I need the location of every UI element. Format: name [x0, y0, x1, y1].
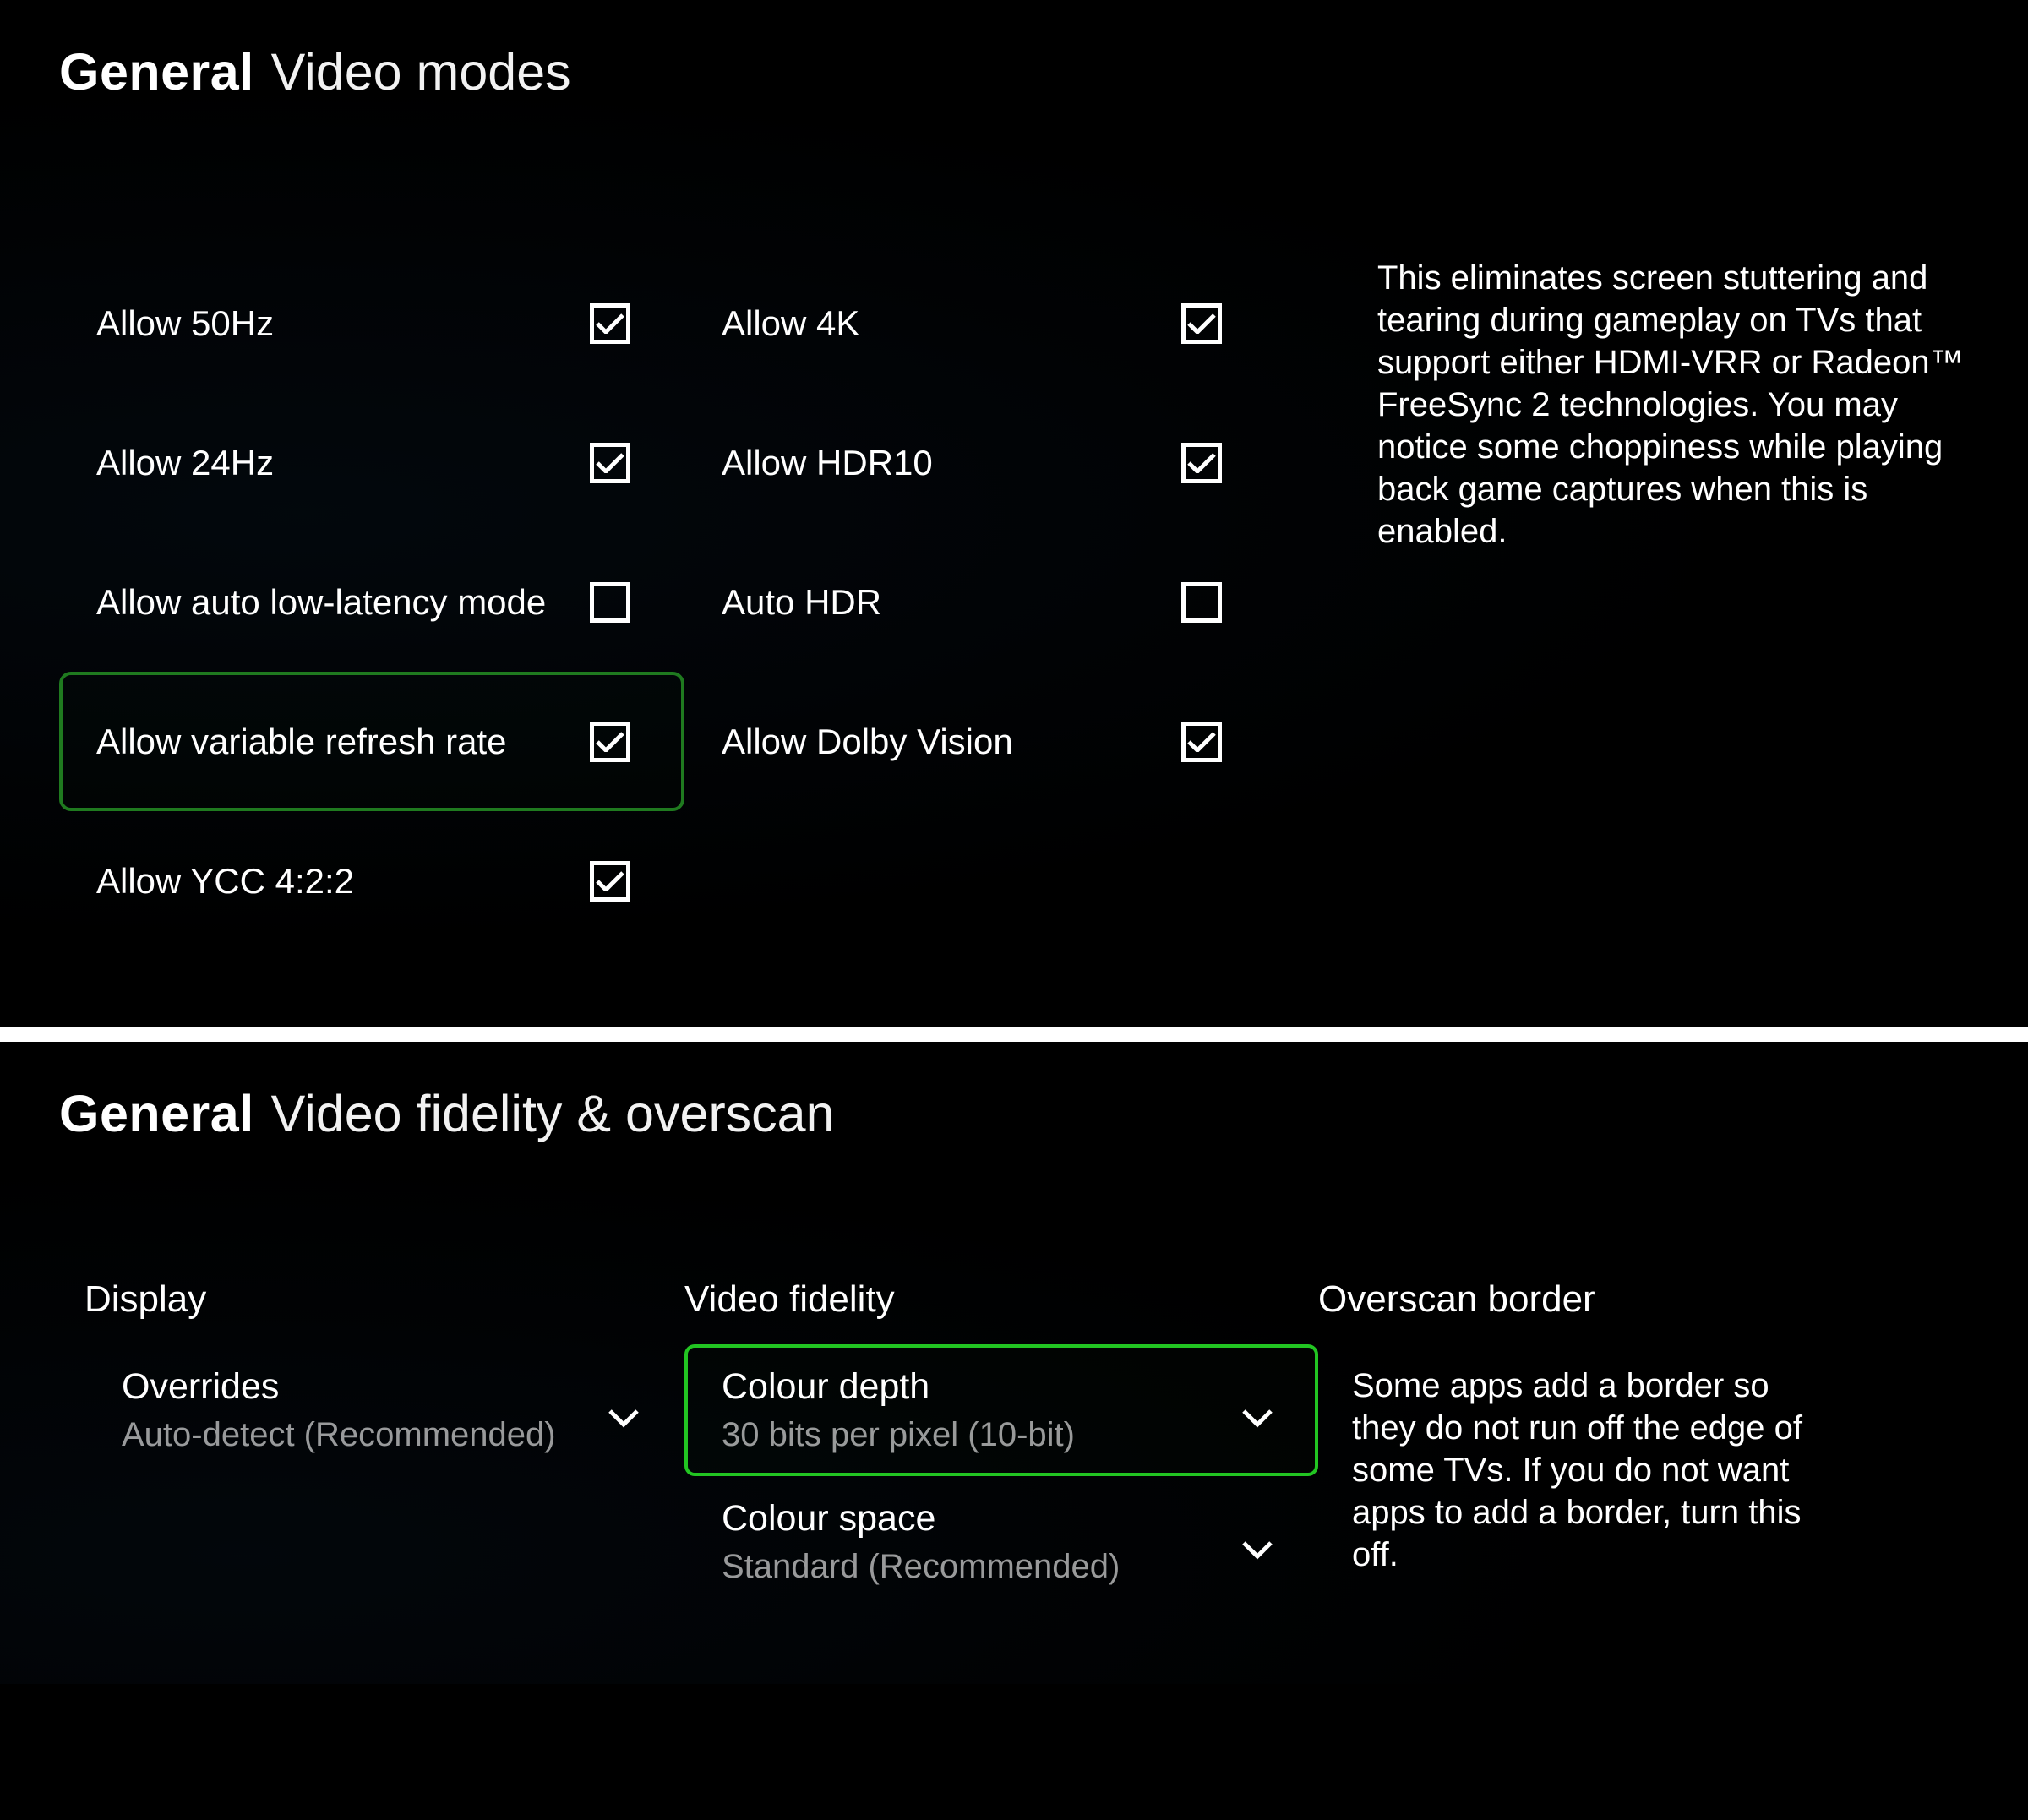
- checkmark-icon: [1187, 313, 1216, 334]
- option-allow-variable-refresh-rate[interactable]: Allow variable refresh rate: [59, 672, 684, 811]
- section-title-overscan: Overscan border: [1318, 1278, 1927, 1321]
- page-title: Video modes: [271, 42, 571, 101]
- option-auto-hdr[interactable]: Auto HDR: [684, 532, 1276, 672]
- fidelity-column: Video fidelity Colour depth 30 bits per p…: [684, 1278, 1318, 1608]
- section-title-display: Display: [84, 1278, 684, 1321]
- checkbox[interactable]: [590, 861, 630, 902]
- options-column-right: Allow 4K Allow HDR10 Auto HDR Allow Dolby V…: [684, 253, 1276, 951]
- option-label: Allow auto low-latency mode: [96, 582, 546, 623]
- checkmark-icon: [596, 871, 624, 891]
- video-modes-panel: General Video modes Allow 50Hz Allow 24Hz…: [0, 0, 2028, 1027]
- dropdown-value: Standard (Recommended): [722, 1548, 1120, 1586]
- option-allow-dolby-vision[interactable]: Allow Dolby Vision: [684, 672, 1276, 811]
- options-column-left: Allow 50Hz Allow 24Hz Allow auto low-laten…: [59, 253, 684, 951]
- option-label: Allow variable refresh rate: [96, 722, 507, 762]
- checkmark-icon: [1187, 732, 1216, 752]
- divider: [0, 1027, 2028, 1042]
- section-title-fidelity: Video fidelity: [684, 1278, 1318, 1321]
- checkmark-icon: [596, 732, 624, 752]
- dropdown-colour-space[interactable]: Colour space Standard (Recommended): [684, 1476, 1318, 1608]
- chevron-down-icon: [1242, 1541, 1273, 1560]
- page-header: General Video fidelity & overscan: [59, 1084, 1969, 1143]
- video-fidelity-panel: General Video fidelity & overscan Displa…: [0, 1042, 2028, 1684]
- checkbox[interactable]: [1181, 303, 1222, 344]
- checkbox[interactable]: [1181, 582, 1222, 623]
- checkbox[interactable]: [590, 582, 630, 623]
- option-allow-4k[interactable]: Allow 4K: [684, 253, 1276, 393]
- option-label: Allow 24Hz: [96, 443, 274, 483]
- page-title: Video fidelity & overscan: [271, 1084, 835, 1143]
- dropdown-label: Colour depth: [722, 1366, 1075, 1408]
- checkmark-icon: [596, 313, 624, 334]
- option-label: Allow 50Hz: [96, 303, 274, 344]
- option-allow-50hz[interactable]: Allow 50Hz: [59, 253, 684, 393]
- option-label: Allow Dolby Vision: [722, 722, 1013, 762]
- option-label: Allow YCC 4:2:2: [96, 861, 354, 902]
- dropdown-overrides[interactable]: Overrides Auto-detect (Recommended): [84, 1344, 684, 1476]
- option-allow-ycc-4-2-2[interactable]: Allow YCC 4:2:2: [59, 811, 684, 951]
- breadcrumb-main: General: [59, 42, 254, 101]
- display-column: Display Overrides Auto-detect (Recommende…: [59, 1278, 684, 1608]
- checkbox[interactable]: [1181, 443, 1222, 483]
- option-allow-auto-low-latency-mode[interactable]: Allow auto low-latency mode: [59, 532, 684, 672]
- option-label: Allow HDR10: [722, 443, 933, 483]
- option-allow-hdr10[interactable]: Allow HDR10: [684, 393, 1276, 532]
- overscan-description: Some apps add a border so they do not ru…: [1318, 1344, 1808, 1576]
- checkmark-icon: [596, 453, 624, 473]
- option-label: Auto HDR: [722, 582, 881, 623]
- option-label: Allow 4K: [722, 303, 859, 344]
- chevron-down-icon: [608, 1409, 639, 1428]
- checkmark-icon: [1187, 453, 1216, 473]
- chevron-down-icon: [1242, 1409, 1273, 1428]
- option-allow-24hz[interactable]: Allow 24Hz: [59, 393, 684, 532]
- dropdown-value: 30 bits per pixel (10-bit): [722, 1416, 1075, 1454]
- checkbox[interactable]: [590, 722, 630, 762]
- page-header: General Video modes: [59, 42, 1969, 101]
- dropdown-colour-depth[interactable]: Colour depth 30 bits per pixel (10-bit): [684, 1344, 1318, 1476]
- dropdown-label: Colour space: [722, 1498, 1120, 1539]
- breadcrumb-main: General: [59, 1084, 254, 1143]
- dropdown-value: Auto-detect (Recommended): [122, 1416, 556, 1454]
- dropdown-label: Overrides: [122, 1366, 556, 1408]
- checkbox[interactable]: [590, 443, 630, 483]
- overscan-column: Overscan border Some apps add a border s…: [1318, 1278, 1927, 1608]
- info-description: This eliminates screen stuttering and te…: [1377, 253, 1969, 951]
- checkbox[interactable]: [590, 303, 630, 344]
- checkbox[interactable]: [1181, 722, 1222, 762]
